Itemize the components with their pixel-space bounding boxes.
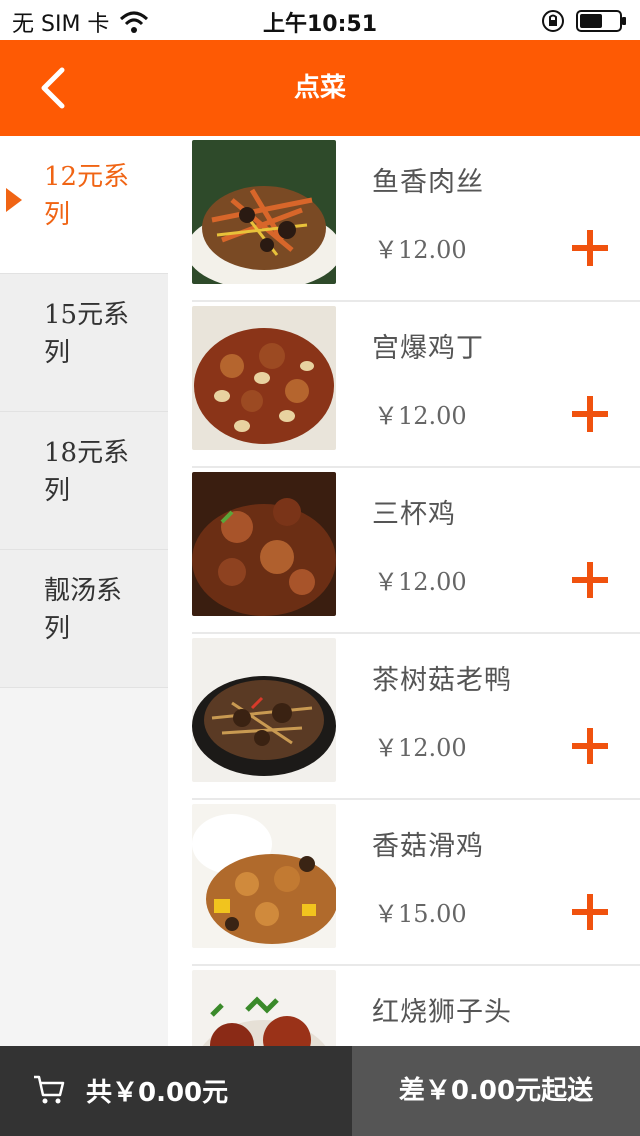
category-item-15[interactable]: 15元系列: [0, 274, 168, 412]
category-sidebar: 12元系列 15元系列 18元系列 靓汤系列: [0, 136, 168, 1046]
dish-photo: [192, 804, 336, 948]
nav-bar: 点菜: [0, 40, 640, 136]
status-right: [540, 8, 628, 34]
dish-price: ￥12.00: [374, 568, 467, 596]
page-title: 点菜: [293, 73, 346, 103]
dish-price: ￥12.00: [374, 236, 467, 264]
active-marker-icon: [6, 188, 22, 212]
dish-price: ￥12.00: [374, 734, 467, 762]
dish-photo: [192, 140, 336, 284]
dish-item: 香菇滑鸡 ￥15.00: [192, 800, 640, 966]
dish-name: 三杯鸡: [372, 499, 456, 530]
back-button[interactable]: [30, 64, 78, 112]
dish-name: 茶树菇老鸭: [372, 665, 512, 696]
cart-total-text: 共￥0.00元: [86, 1078, 229, 1108]
dish-photo: [192, 638, 336, 782]
add-dish-button[interactable]: [572, 728, 608, 764]
category-label: 12元系列: [44, 162, 130, 230]
add-dish-button[interactable]: [572, 894, 608, 930]
category-label: 15元系列: [44, 300, 130, 368]
category-label: 靓汤系列: [44, 576, 123, 644]
cart-icon: [34, 1075, 65, 1104]
dish-price: ￥12.00: [374, 402, 467, 430]
add-dish-button[interactable]: [572, 562, 608, 598]
category-item-18[interactable]: 18元系列: [0, 412, 168, 550]
dish-item: 鱼香肉丝 ￥12.00: [192, 136, 640, 302]
dish-photo: [192, 472, 336, 616]
rotation-lock-icon: [542, 10, 564, 32]
category-item-soup[interactable]: 靓汤系列: [0, 550, 168, 688]
category-label: 18元系列: [44, 438, 130, 506]
category-item-12[interactable]: 12元系列: [0, 136, 168, 274]
dish-name: 香菇滑鸡: [372, 831, 484, 862]
status-bar: 无 SIM 卡 上午10:51: [0, 0, 640, 40]
dish-name: 宫爆鸡丁: [372, 333, 484, 364]
dish-item: 宫爆鸡丁 ￥12.00: [192, 302, 640, 468]
min-order-button[interactable]: 差￥0.00元起送: [352, 1046, 640, 1136]
dish-item: 三杯鸡 ￥12.00: [192, 468, 640, 634]
dish-price: ￥15.00: [374, 900, 467, 928]
dish-list[interactable]: 鱼香肉丝 ￥12.00 宫爆鸡丁 ￥12.00 三杯鸡 ￥12.00 茶树菇老鸭…: [168, 136, 640, 1046]
add-dish-button[interactable]: [572, 230, 608, 266]
dish-item: 茶树菇老鸭 ￥12.00: [192, 634, 640, 800]
dish-name: 红烧狮子头: [372, 997, 512, 1028]
cart-button[interactable]: 共￥0.00元: [0, 1046, 352, 1136]
dish-item: 红烧狮子头: [192, 966, 640, 1046]
dish-photo: [192, 306, 336, 450]
order-footer: 共￥0.00元 差￥0.00元起送: [0, 1046, 640, 1136]
add-dish-button[interactable]: [572, 396, 608, 432]
battery-icon: [576, 10, 626, 32]
chevron-left-icon: [41, 67, 65, 109]
dish-photo: [192, 970, 336, 1046]
dish-name: 鱼香肉丝: [372, 167, 484, 198]
